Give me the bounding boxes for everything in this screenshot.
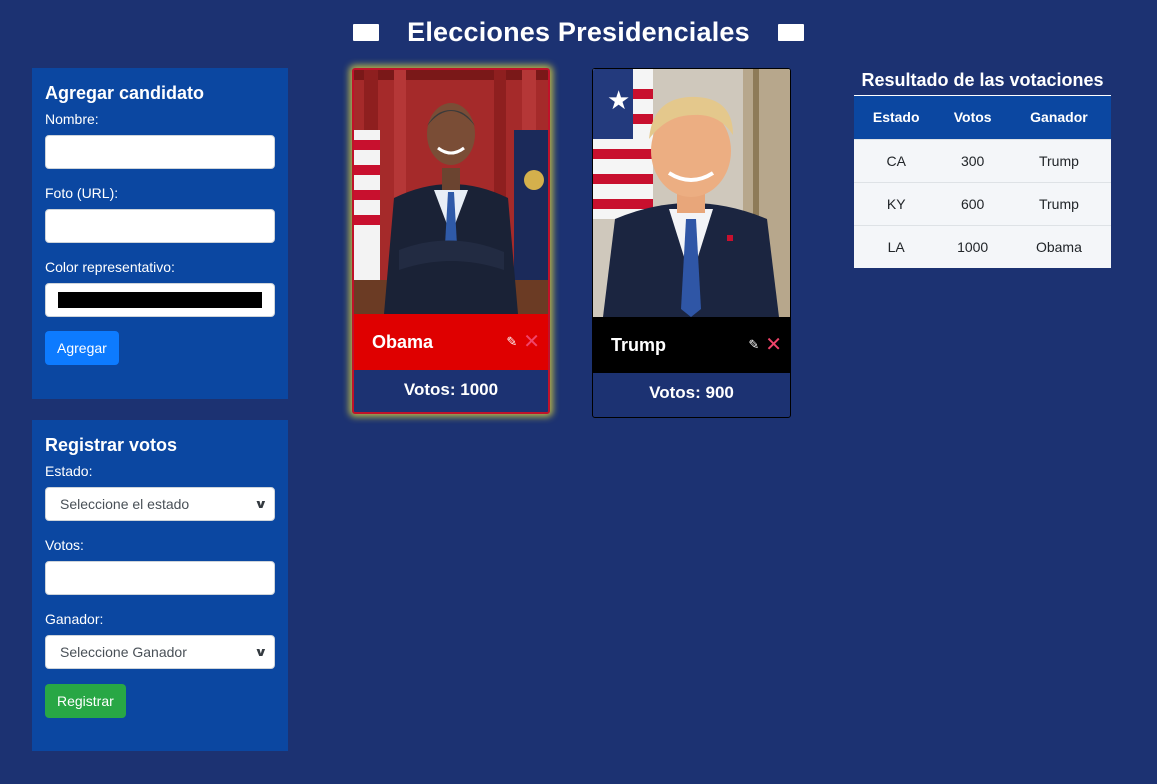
column-header: Ganador: [1030, 109, 1088, 126]
chevron-down-icon: ∨: [254, 645, 268, 659]
candidate-card: Obama ✎ ✕ Votos: 1000: [352, 68, 550, 414]
votes-input[interactable]: [45, 561, 275, 595]
votes-cell: 300: [960, 152, 985, 169]
pencil-icon[interactable]: ✎: [506, 334, 517, 350]
table-header-row: Estado Votos Ganador: [854, 96, 1111, 139]
column-header: Estado: [872, 109, 920, 126]
candidate-name: Trump: [611, 334, 667, 355]
results-section: Resultado de las votaciones Estado Votos…: [854, 68, 1111, 268]
color-picker[interactable]: [45, 283, 275, 317]
state-label: Estado:: [45, 463, 93, 479]
pencil-icon[interactable]: ✎: [748, 337, 759, 353]
votes-cell: 1000: [957, 238, 989, 255]
color-swatch: [58, 292, 262, 308]
column-header: Votos: [953, 109, 992, 126]
candidate-photo: [354, 70, 548, 314]
add-candidate-title: Agregar candidato: [45, 83, 205, 103]
table-row: KY 600 Trump: [854, 182, 1111, 225]
table-row: CA 300 Trump: [854, 139, 1111, 182]
candidate-photo: ★: [593, 69, 790, 317]
winner-select-value: Seleccione Ganador: [60, 644, 187, 660]
candidate-name-bar: Trump ✎ ✕: [593, 317, 790, 373]
votes-cell: 600: [960, 195, 985, 212]
state-cell: CA: [886, 152, 906, 169]
add-candidate-panel: Agregar candidato Nombre: Foto (URL): Co…: [32, 68, 288, 399]
candidate-votes: Votos: 900: [649, 383, 734, 402]
color-label: Color representativo:: [45, 259, 175, 275]
results-title: Resultado de las votaciones: [854, 68, 1111, 96]
close-icon[interactable]: ✕: [765, 335, 782, 355]
page-header: Elecciones Presidenciales: [0, 14, 1157, 50]
winner-label: Ganador:: [45, 611, 104, 627]
svg-text:★: ★: [607, 86, 630, 116]
winner-cell: Trump: [1038, 195, 1079, 212]
close-icon[interactable]: ✕: [523, 332, 540, 352]
candidate-name-bar: Obama ✎ ✕: [354, 314, 548, 370]
winner-cell: Obama: [1035, 238, 1082, 255]
name-input[interactable]: [45, 135, 275, 169]
winner-select[interactable]: Seleccione Ganador ∨: [45, 635, 275, 669]
candidate-actions: ✎ ✕: [506, 332, 540, 352]
name-label: Nombre:: [45, 111, 99, 127]
results-table: Estado Votos Ganador CA 300 Trump KY 600…: [854, 96, 1111, 268]
photo-url-input[interactable]: [45, 209, 275, 243]
table-row: LA 1000 Obama: [854, 225, 1111, 268]
register-votes-panel: Registrar votos Estado: Seleccione el es…: [32, 420, 288, 751]
photo-url-label: Foto (URL):: [45, 185, 119, 201]
state-cell: LA: [887, 238, 905, 255]
state-select[interactable]: Seleccione el estado ∨: [45, 487, 275, 521]
chevron-down-icon: ∨: [254, 497, 268, 511]
page-title: Elecciones Presidenciales: [407, 16, 750, 47]
votes-label: Votos:: [45, 537, 84, 553]
candidate-name: Obama: [372, 331, 434, 352]
state-select-value: Seleccione el estado: [60, 496, 190, 512]
candidate-actions: ✎ ✕: [748, 335, 782, 355]
candidate-votes: Votos: 1000: [403, 380, 499, 399]
flag-icon-right: [777, 23, 804, 41]
state-cell: KY: [886, 195, 906, 212]
flag-icon-left: [353, 23, 380, 41]
winner-cell: Trump: [1038, 152, 1079, 169]
candidate-card: ★ Trump ✎ ✕ Votos: 900: [592, 68, 791, 418]
register-votes-button[interactable]: Registrar: [45, 684, 126, 718]
add-candidate-button[interactable]: Agregar: [45, 331, 119, 365]
register-votes-title: Registrar votos: [45, 435, 178, 455]
